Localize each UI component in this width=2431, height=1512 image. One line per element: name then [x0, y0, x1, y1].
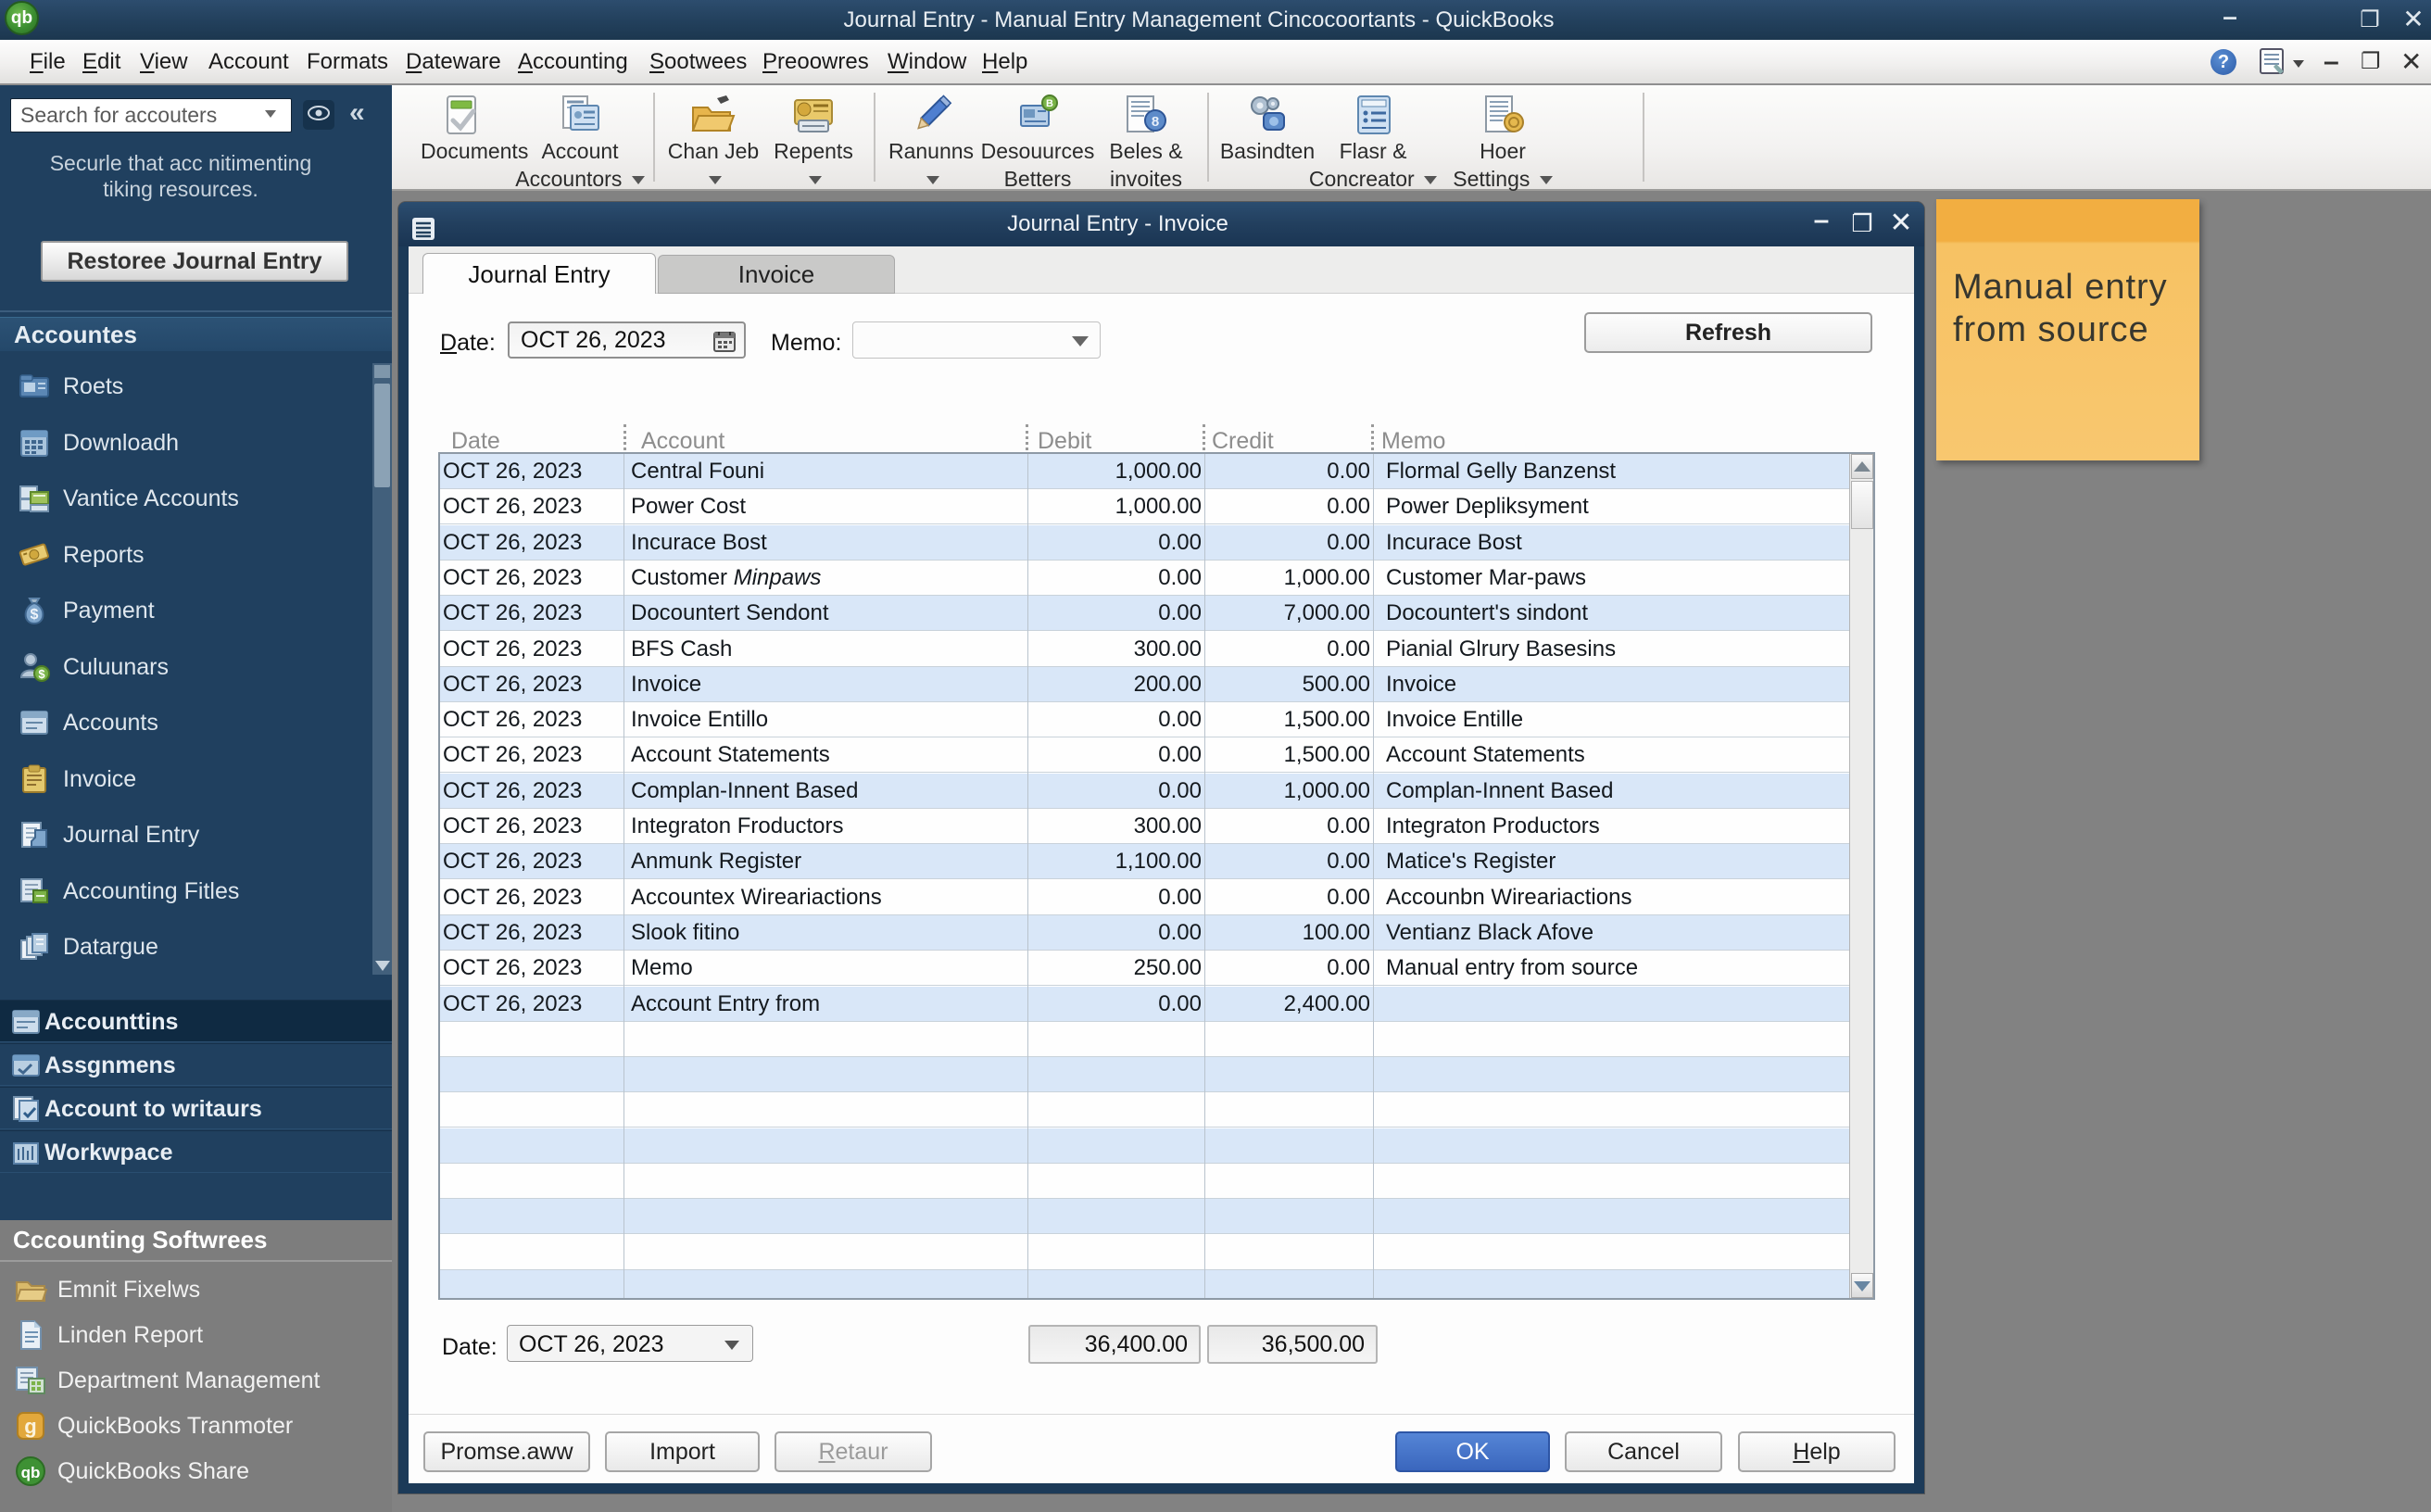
- svg-text:8: 8: [1152, 114, 1159, 130]
- svg-text:B: B: [1046, 98, 1053, 109]
- svg-text:$: $: [38, 667, 45, 681]
- svg-text:g: g: [24, 1415, 36, 1438]
- svg-text:$: $: [31, 607, 39, 623]
- svg-text:qb: qb: [21, 1464, 41, 1481]
